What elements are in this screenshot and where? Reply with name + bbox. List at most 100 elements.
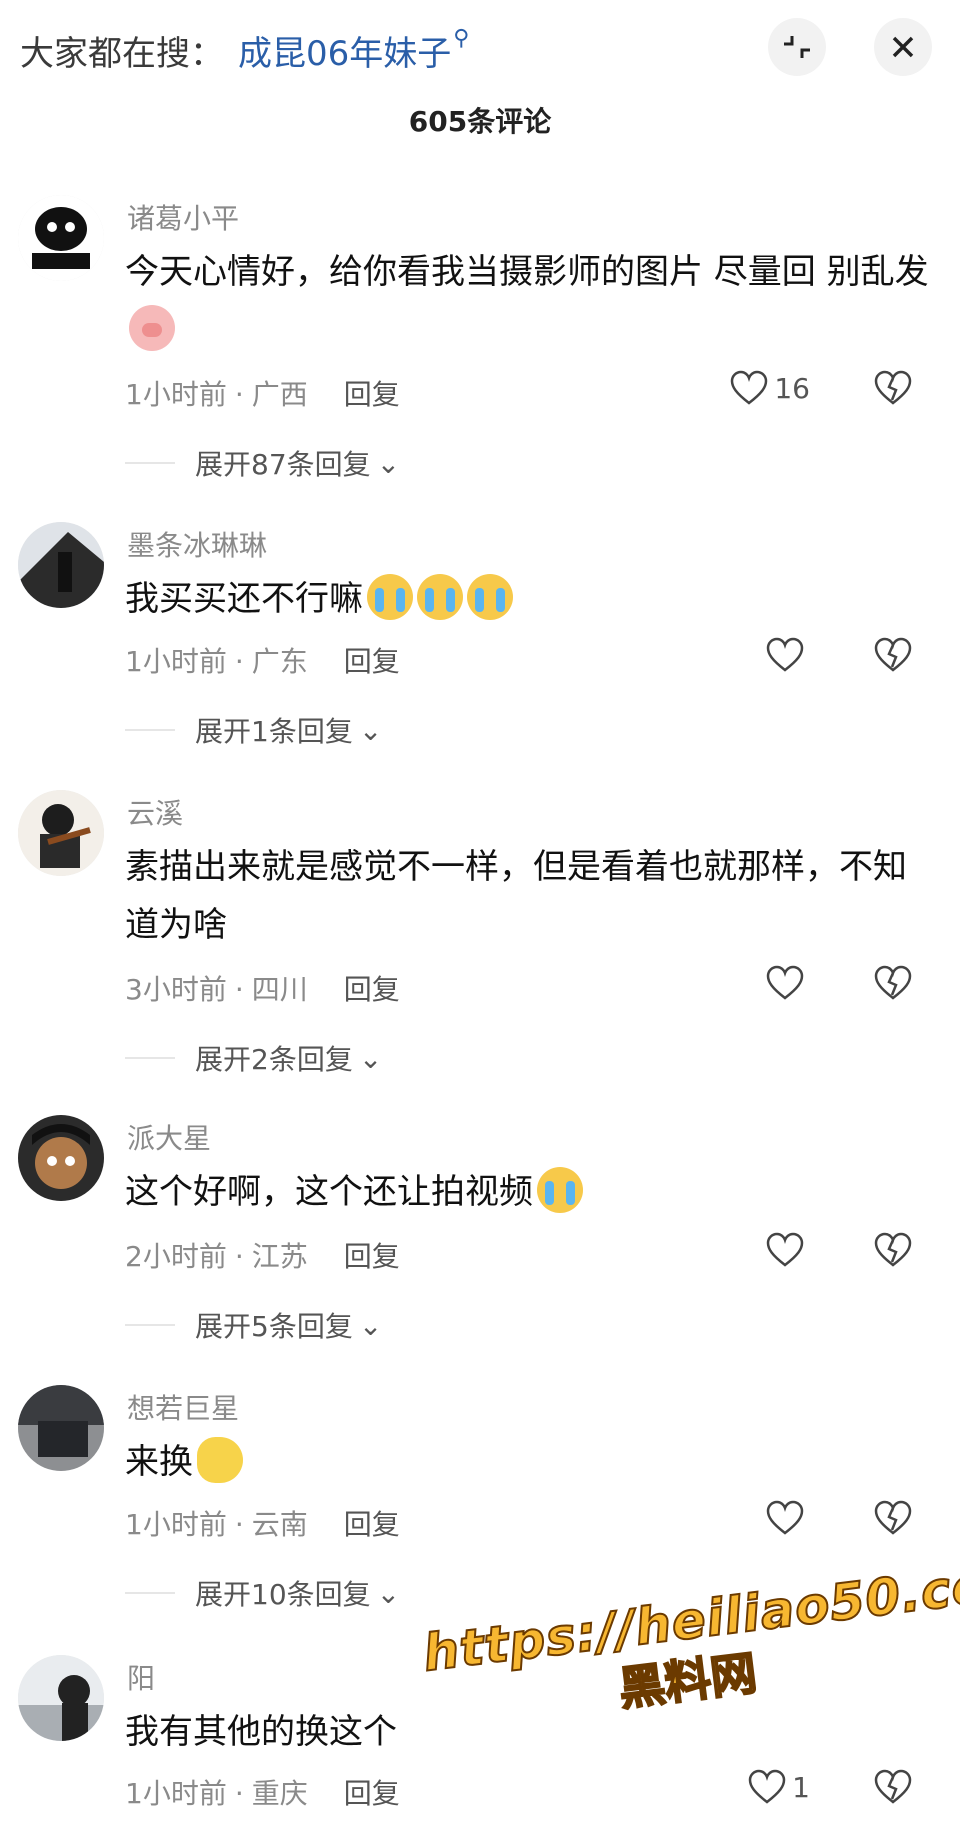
dislike-button[interactable] bbox=[874, 1500, 912, 1540]
dislike-button[interactable] bbox=[874, 1769, 912, 1809]
expand-replies-button[interactable]: 展开10条回复 ⌄ bbox=[125, 1573, 400, 1613]
chevron-down-icon: ⌄ bbox=[358, 713, 383, 747]
search-icon: ⚲ bbox=[453, 26, 470, 51]
expand-replies-button[interactable]: 展开5条回复 ⌄ bbox=[125, 1305, 382, 1345]
search-prefix-label: 大家都在搜： bbox=[20, 34, 224, 74]
avatar[interactable] bbox=[18, 1385, 104, 1471]
comment-meta: 2小时前 · 江苏 回复 bbox=[125, 1240, 400, 1273]
chevron-down-icon: ⌄ bbox=[358, 1308, 383, 1342]
comment-text-content: 今天心情好，给你看我当摄影师的图片 尽量回 别乱发 bbox=[125, 252, 929, 292]
heart-icon bbox=[766, 1500, 804, 1535]
like-count: 1 bbox=[792, 1770, 810, 1804]
expand-replies-button[interactable]: 展开87条回复 ⌄ bbox=[125, 443, 400, 483]
comment-meta: 1小时前 · 云南 回复 bbox=[125, 1508, 400, 1541]
comment-meta: 1小时前 · 广西 回复 bbox=[125, 378, 400, 411]
expand-replies-button[interactable]: 展开1条回复 ⌄ bbox=[125, 710, 382, 750]
chevron-down-icon: ⌄ bbox=[358, 1041, 383, 1075]
comment-count-title: 605条评论 bbox=[408, 105, 552, 138]
comment-text: 我买买还不行嘛 bbox=[125, 570, 935, 628]
reply-button[interactable]: 回复 bbox=[344, 378, 400, 411]
comment-meta: 1小时前 · 重庆 回复 bbox=[125, 1777, 400, 1810]
broken-heart-icon bbox=[874, 1500, 912, 1535]
collapse-icon bbox=[784, 36, 810, 58]
reply-button[interactable]: 回复 bbox=[344, 1240, 400, 1273]
expand-replies-label: 展开10条回复 bbox=[195, 1578, 371, 1611]
expand-replies-label: 展开87条回复 bbox=[195, 448, 371, 481]
comment-text-content: 这个好啊，这个还让拍视频 bbox=[125, 1172, 533, 1212]
fist-emoji-icon bbox=[197, 1437, 243, 1483]
comment-location: 广西 bbox=[251, 378, 308, 411]
collapse-button[interactable] bbox=[768, 18, 826, 76]
comment-meta: 3小时前 · 四川 回复 bbox=[125, 973, 400, 1006]
comment-text: 素描出来就是感觉不一样，但是看着也就那样，不知道为啥 bbox=[125, 847, 907, 945]
comment-text-content: 来换 bbox=[125, 1442, 193, 1482]
reply-button[interactable]: 回复 bbox=[344, 973, 400, 1006]
comment-username[interactable]: 云溪 bbox=[127, 792, 183, 832]
avatar[interactable] bbox=[18, 195, 104, 281]
comment-time: 1小时前 bbox=[125, 1777, 227, 1810]
dislike-button[interactable] bbox=[874, 637, 912, 677]
broken-heart-icon bbox=[874, 370, 912, 405]
crying-emoji-icon bbox=[367, 574, 413, 620]
comment-text-content: 我买买还不行嘛 bbox=[125, 579, 363, 619]
comment-location: 广东 bbox=[251, 645, 308, 678]
broken-heart-icon bbox=[874, 1232, 912, 1267]
comment-location: 重庆 bbox=[251, 1777, 308, 1810]
comment-time: 1小时前 bbox=[125, 1508, 227, 1541]
dislike-button[interactable] bbox=[874, 370, 912, 410]
comment-username[interactable]: 墨条冰琳琳 bbox=[127, 524, 267, 564]
comment-location: 江苏 bbox=[251, 1240, 308, 1273]
like-button[interactable] bbox=[766, 1500, 810, 1536]
like-button[interactable] bbox=[766, 637, 810, 673]
avatar[interactable] bbox=[18, 790, 104, 876]
comment-username[interactable]: 派大星 bbox=[127, 1117, 211, 1157]
reply-button[interactable]: 回复 bbox=[344, 1777, 400, 1810]
comment-username[interactable]: 诸葛小平 bbox=[127, 197, 239, 237]
heart-icon bbox=[731, 370, 768, 405]
like-button[interactable]: 1 bbox=[748, 1769, 810, 1805]
comment-text: 来换 bbox=[125, 1433, 935, 1491]
expand-replies-button[interactable]: 展开2条回复 ⌄ bbox=[125, 1038, 382, 1078]
broken-heart-icon bbox=[874, 637, 912, 672]
broken-heart-icon bbox=[874, 1769, 912, 1804]
close-button[interactable] bbox=[874, 18, 932, 76]
avatar[interactable] bbox=[18, 1655, 104, 1741]
close-icon bbox=[892, 36, 914, 58]
heart-icon bbox=[766, 637, 804, 672]
comment-meta: 1小时前 · 广东 回复 bbox=[125, 645, 400, 678]
heart-icon bbox=[748, 1769, 786, 1804]
comment-time: 2小时前 bbox=[125, 1240, 227, 1273]
like-count: 16 bbox=[774, 371, 810, 405]
comment-text: 这个好啊，这个还让拍视频 bbox=[125, 1163, 935, 1221]
like-button[interactable] bbox=[766, 1232, 810, 1268]
crying-emoji-icon bbox=[467, 574, 513, 620]
comment-location: 四川 bbox=[251, 973, 308, 1006]
comment-time: 1小时前 bbox=[125, 378, 227, 411]
like-button[interactable]: 16 bbox=[730, 370, 810, 406]
comment-username[interactable]: 阳 bbox=[127, 1657, 155, 1697]
crying-emoji-icon bbox=[417, 574, 463, 620]
pig-emoji-icon bbox=[129, 305, 175, 351]
search-term-text: 成昆06年妹子 bbox=[238, 34, 452, 74]
crying-emoji-icon bbox=[537, 1167, 583, 1213]
comment-text: 今天心情好，给你看我当摄影师的图片 尽量回 别乱发 bbox=[125, 243, 935, 359]
search-suggestion-link[interactable]: 成昆06年妹子⚲ bbox=[238, 26, 469, 75]
reply-button[interactable]: 回复 bbox=[344, 645, 400, 678]
heart-icon bbox=[766, 965, 804, 1000]
comment-time: 1小时前 bbox=[125, 645, 227, 678]
broken-heart-icon bbox=[874, 965, 912, 1000]
dislike-button[interactable] bbox=[874, 965, 912, 1005]
dislike-button[interactable] bbox=[874, 1232, 912, 1272]
reply-button[interactable]: 回复 bbox=[344, 1508, 400, 1541]
avatar[interactable] bbox=[18, 522, 104, 608]
expand-replies-label: 展开2条回复 bbox=[195, 1043, 353, 1076]
expand-replies-label: 展开1条回复 bbox=[195, 715, 353, 748]
chevron-down-icon: ⌄ bbox=[376, 1576, 401, 1610]
heart-icon bbox=[766, 1232, 804, 1267]
comment-time: 3小时前 bbox=[125, 973, 227, 1006]
comment-username[interactable]: 想若巨星 bbox=[127, 1387, 239, 1427]
chevron-down-icon: ⌄ bbox=[376, 446, 401, 480]
like-button[interactable] bbox=[766, 965, 810, 1001]
avatar[interactable] bbox=[18, 1115, 104, 1201]
expand-replies-label: 展开5条回复 bbox=[195, 1310, 353, 1343]
